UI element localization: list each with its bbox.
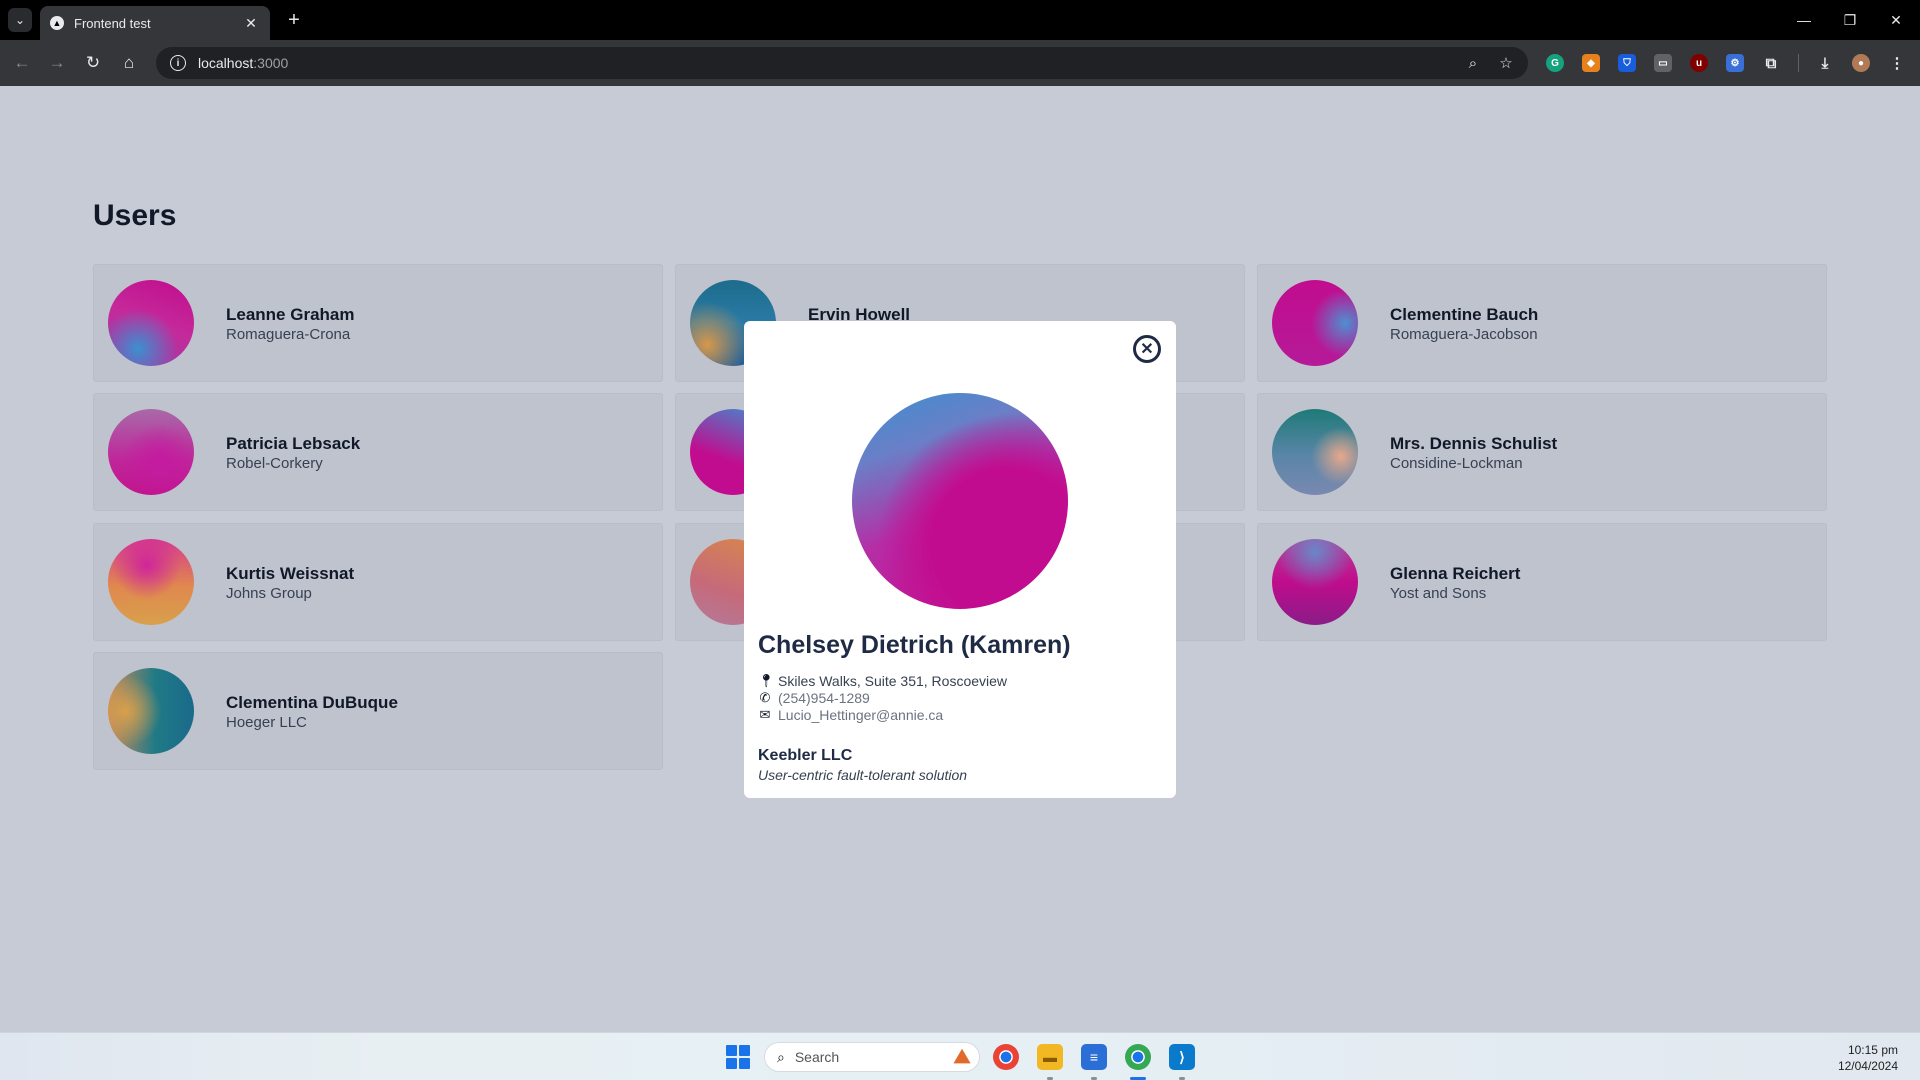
avatar bbox=[1272, 280, 1358, 366]
site-info-icon[interactable]: i bbox=[170, 55, 186, 71]
user-name: Mrs. Dennis Schulist bbox=[1390, 434, 1558, 453]
extensions-puzzle-icon[interactable]: ⧉ bbox=[1762, 54, 1780, 72]
clock-date: 12/04/2024 bbox=[1837, 1059, 1898, 1073]
search-highlight-icon[interactable]: ⛰ bbox=[940, 1044, 984, 1070]
phone-row: ✆ (254)954-1289 bbox=[758, 690, 870, 706]
page-title: Users bbox=[93, 199, 177, 232]
modal-user-name: Chelsey Dietrich (Kamren) bbox=[758, 631, 1071, 659]
tab-title: Frontend test bbox=[74, 15, 151, 31]
browser-tab[interactable]: ▲ Frontend test ✕ bbox=[40, 6, 270, 40]
phone-link[interactable]: (254)954-1289 bbox=[778, 690, 870, 706]
url-host: localhost bbox=[198, 55, 254, 71]
menu-kebab-icon[interactable]: ⋮ bbox=[1888, 54, 1906, 72]
modal-close-button[interactable]: ✕ bbox=[1133, 335, 1161, 363]
modal-company-name: Keebler LLC bbox=[758, 747, 853, 764]
home-icon[interactable]: ⌂ bbox=[117, 51, 141, 75]
address-bar[interactable]: i localhost:3000 bbox=[156, 47, 1528, 79]
user-company: Romaguera-Crona bbox=[226, 326, 351, 343]
avatar bbox=[108, 280, 194, 366]
modal-catch-phrase: User-centric fault-tolerant solution bbox=[758, 767, 968, 783]
metamask-extension-icon[interactable]: ◆ bbox=[1582, 54, 1600, 72]
reload-icon[interactable]: ↻ bbox=[81, 51, 105, 75]
avatar bbox=[108, 539, 194, 625]
toolbar-divider bbox=[1798, 54, 1799, 72]
user-company: Romaguera-Jacobson bbox=[1390, 326, 1538, 343]
user-company: Johns Group bbox=[226, 585, 312, 602]
avatar bbox=[108, 409, 194, 495]
chrome-profile-icon[interactable] bbox=[1125, 1044, 1151, 1070]
browser-toolbar: ← → ↻ ⌂ i localhost:3000 ⌕ ☆ G ◆ ⛉ ▭ u ⚙… bbox=[0, 40, 1920, 86]
user-card[interactable]: Patricia Lebsack Robel-Corkery bbox=[93, 393, 663, 511]
window-close-icon[interactable]: ✕ bbox=[1874, 0, 1918, 40]
address-row: 📍︎ Skiles Walks, Suite 351, Roscoeview bbox=[758, 673, 1007, 689]
user-company: Hoeger LLC bbox=[226, 714, 307, 731]
user-name: Kurtis Weissnat bbox=[226, 564, 355, 583]
bitwarden-extension-icon[interactable]: ⛉ bbox=[1618, 54, 1636, 72]
user-name: Clementina DuBuque bbox=[226, 693, 398, 712]
user-company: Considine-Lockman bbox=[1390, 455, 1523, 472]
chrome-icon[interactable] bbox=[993, 1044, 1019, 1070]
address-text: Skiles Walks, Suite 351, Roscoeview bbox=[778, 673, 1008, 689]
bookmark-star-icon[interactable]: ☆ bbox=[1496, 53, 1516, 73]
ublock-extension-icon[interactable]: u bbox=[1690, 54, 1708, 72]
tab-close-icon[interactable]: ✕ bbox=[242, 15, 260, 32]
back-arrow-icon[interactable]: ← bbox=[10, 51, 34, 75]
tab-manager-extension-icon[interactable]: ▭ bbox=[1654, 54, 1672, 72]
minimize-icon[interactable]: — bbox=[1782, 0, 1826, 40]
envelope-icon: ✉ bbox=[759, 707, 771, 722]
user-name: Glenna Reichert bbox=[1390, 564, 1521, 583]
user-name: Leanne Graham bbox=[226, 305, 355, 324]
avatar bbox=[108, 668, 194, 754]
url-port: :3000 bbox=[253, 55, 289, 71]
new-tab-plus-icon[interactable]: + bbox=[282, 8, 306, 32]
zoom-magnifier-icon[interactable]: ⌕ bbox=[1463, 53, 1483, 73]
phone-icon: ✆ bbox=[759, 690, 771, 705]
email-row: ✉ Lucio_Hettinger@annie.ca bbox=[758, 707, 944, 723]
user-card[interactable]: Mrs. Dennis Schulist Considine-Lockman bbox=[1257, 393, 1827, 511]
tab-search-chevron-icon[interactable]: ⌄ bbox=[8, 8, 32, 32]
user-card[interactable]: Clementina DuBuque Hoeger LLC bbox=[93, 652, 663, 770]
extension-icon[interactable]: ⚙ bbox=[1726, 54, 1744, 72]
system-clock[interactable]: 10:15 pm 12/04/2024 bbox=[1838, 1042, 1898, 1074]
download-icon[interactable]: ⤓ bbox=[1816, 54, 1834, 72]
user-company: Robel-Corkery bbox=[226, 455, 323, 472]
profile-avatar-icon[interactable]: ● bbox=[1852, 54, 1870, 72]
vscode-icon[interactable]: ⟩ bbox=[1169, 1044, 1195, 1070]
location-pin-icon: 📍︎ bbox=[758, 673, 775, 688]
file-explorer-icon[interactable]: ▬ bbox=[1037, 1044, 1063, 1070]
user-card[interactable]: Clementine Bauch Romaguera-Jacobson bbox=[1257, 264, 1827, 382]
windows-start-icon[interactable] bbox=[726, 1045, 750, 1069]
avatar bbox=[1272, 539, 1358, 625]
search-icon: ⌕ bbox=[777, 1048, 785, 1065]
user-card[interactable]: Kurtis Weissnat Johns Group bbox=[93, 523, 663, 641]
windows-taskbar: ⌕ Search ⛰ ▬ ≡ ⟩ 10:15 pm 12/04/2024 bbox=[0, 1032, 1920, 1080]
taskbar-search-placeholder: Search bbox=[794, 1049, 840, 1065]
grammarly-extension-icon[interactable]: G bbox=[1546, 54, 1564, 72]
tab-favicon-icon: ▲ bbox=[50, 16, 64, 30]
notepad-icon[interactable]: ≡ bbox=[1081, 1044, 1107, 1070]
clock-time: 10:15 pm bbox=[1847, 1043, 1898, 1057]
restore-icon[interactable]: ❐ bbox=[1828, 0, 1872, 40]
user-name: Clementine Bauch bbox=[1390, 305, 1539, 324]
browser-tab-bar: ⌄ ▲ Frontend test ✕ + — ❐ ✕ bbox=[0, 0, 1920, 40]
user-name: Patricia Lebsack bbox=[226, 434, 361, 453]
user-card[interactable]: Leanne Graham Romaguera-Crona bbox=[93, 264, 663, 382]
forward-arrow-icon[interactable]: → bbox=[45, 51, 69, 75]
user-company: Yost and Sons bbox=[1390, 585, 1487, 602]
user-detail-modal: ✕ Chelsey Dietrich (Kamren) 📍︎ Skiles Wa… bbox=[744, 321, 1176, 798]
user-card[interactable]: Glenna Reichert Yost and Sons bbox=[1257, 523, 1827, 641]
avatar bbox=[1272, 409, 1358, 495]
modal-avatar bbox=[852, 393, 1068, 609]
email-link[interactable]: Lucio_Hettinger@annie.ca bbox=[778, 707, 943, 723]
